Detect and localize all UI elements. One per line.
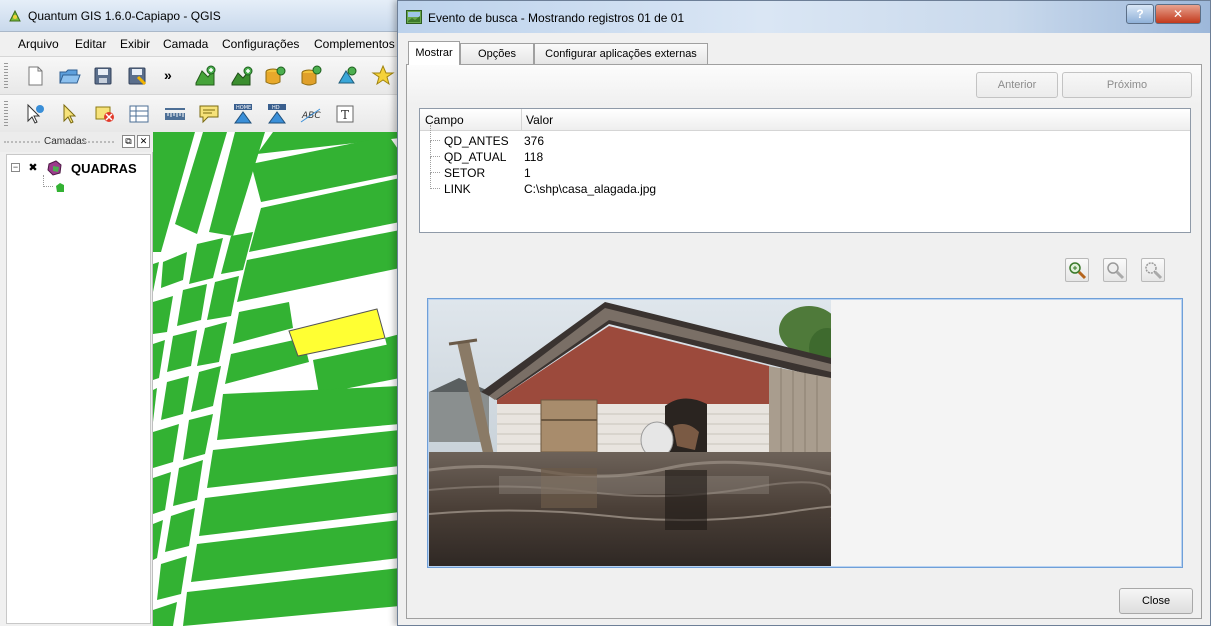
flooded-house-photo (429, 300, 831, 566)
attribute-field: QD_ANTES (444, 134, 509, 148)
zoom-fit-button[interactable] (1065, 258, 1089, 282)
attribute-value: 118 (524, 150, 544, 164)
menu-bar: Arquivo Editar Exibir Camada Configuraçõ… (0, 32, 400, 56)
svg-text:T: T (341, 108, 349, 122)
new-bookmark-icon[interactable]: HOME (230, 101, 256, 127)
attribute-row[interactable]: QD_ATUAL 118 (420, 141, 1190, 165)
open-attribute-table-icon[interactable] (126, 101, 152, 127)
image-viewer[interactable] (427, 298, 1183, 568)
close-button[interactable]: Close (1119, 588, 1193, 614)
map-canvas[interactable] (153, 132, 400, 626)
next-button[interactable]: Próximo (1062, 72, 1192, 98)
show-bookmarks-icon[interactable]: HD (264, 101, 290, 127)
qgis-window-title: Quantum GIS 1.6.0-Capiapo - QGIS (28, 9, 221, 23)
dialog-title: Evento de busca - Mostrando registros 01… (428, 11, 685, 25)
zoom-out-icon (1145, 262, 1163, 280)
layers-tree[interactable]: − ✖ QUADRAS (6, 154, 151, 624)
dialog-title-bar[interactable]: Evento de busca - Mostrando registros 01… (398, 1, 1210, 33)
tab-configurar-aplicacoes-externas[interactable]: Configurar aplicações externas (534, 43, 708, 65)
tree-branch-line (430, 157, 440, 173)
polygon-layer-icon (47, 160, 62, 176)
close-panel-button[interactable]: ✕ (137, 135, 150, 148)
add-postgis-layer-icon[interactable] (262, 63, 288, 89)
toolbar-grip[interactable] (4, 101, 8, 127)
select-features-icon[interactable] (58, 101, 84, 127)
attributes-toolbar: HOME HD ABC T (0, 94, 400, 132)
deselect-features-icon[interactable] (92, 101, 118, 127)
add-wfs-layer-icon[interactable] (370, 63, 396, 89)
attribute-tree-header: Campo Valor (420, 109, 1190, 131)
menu-arquivo[interactable]: Arquivo (18, 37, 59, 51)
layer-visibility-checkbox[interactable]: ✖ (27, 162, 39, 174)
svg-text:HOME: HOME (236, 105, 251, 111)
legend-symbol-icon (56, 183, 64, 192)
new-project-icon[interactable] (22, 63, 48, 89)
panel-grip (4, 141, 40, 143)
attribute-value: 376 (524, 134, 545, 148)
zoom-in-button[interactable] (1103, 258, 1127, 282)
add-wms-layer-icon[interactable] (334, 63, 360, 89)
menu-editar[interactable]: Editar (75, 37, 106, 51)
tree-branch-line (430, 141, 440, 157)
qgis-logo-icon (9, 9, 21, 22)
zoom-out-button[interactable] (1141, 258, 1165, 282)
attribute-tree[interactable]: Campo Valor QD_ANTES 376 QD_ATUAL 118 SE… (419, 108, 1191, 233)
evento-de-busca-dialog: Evento de busca - Mostrando registros 01… (397, 0, 1211, 626)
qgis-main-window: Quantum GIS 1.6.0-Capiapo - QGIS Arquivo… (0, 0, 400, 626)
attribute-row[interactable]: LINK C:\shp\casa_alagada.jpg (420, 173, 1190, 197)
help-button[interactable]: ? (1126, 4, 1154, 24)
tree-branch-line (43, 175, 53, 187)
add-spatialite-layer-icon[interactable] (298, 63, 324, 89)
event-window-icon (406, 10, 422, 24)
measure-line-icon[interactable] (162, 101, 188, 127)
collapse-layer-icon[interactable]: − (11, 163, 20, 172)
previous-button[interactable]: Anterior (976, 72, 1058, 98)
attribute-value: 1 (524, 166, 531, 180)
identify-features-icon[interactable] (22, 101, 48, 127)
attribute-field: QD_ATUAL (444, 150, 507, 164)
tab-opcoes[interactable]: Opções (460, 43, 534, 65)
mostrar-tab-panel: Anterior Próximo Campo Valor QD_ANTES 37… (406, 64, 1202, 619)
tree-branch-line (430, 173, 440, 189)
label-tool-icon[interactable]: T (332, 101, 358, 127)
open-project-icon[interactable] (56, 63, 82, 89)
layers-panel-header[interactable]: Camadas ⧉ ✕ (0, 132, 153, 152)
attribute-row[interactable]: SETOR 1 (420, 157, 1190, 181)
svg-text:HD: HD (272, 105, 280, 111)
menu-camada[interactable]: Camada (163, 37, 208, 51)
attribute-row[interactable]: QD_ANTES 376 (420, 125, 1190, 149)
column-header-valor[interactable]: Valor (526, 113, 553, 127)
panel-grip (84, 141, 114, 143)
toolbar-grip[interactable] (4, 63, 8, 89)
column-separator[interactable] (521, 109, 522, 131)
zoom-in-icon (1107, 262, 1125, 280)
add-raster-layer-icon[interactable] (228, 63, 254, 89)
layers-panel-title: Camadas (44, 136, 87, 147)
tree-branch-line (430, 125, 440, 141)
map-tips-icon[interactable] (196, 101, 222, 127)
float-panel-button[interactable]: ⧉ (122, 135, 135, 148)
attribute-field: LINK (444, 182, 471, 196)
tab-mostrar[interactable]: Mostrar (408, 41, 460, 65)
layer-name-quadras[interactable]: QUADRAS (71, 161, 137, 176)
zoom-fit-icon (1069, 262, 1087, 280)
save-as-icon[interactable] (124, 63, 150, 89)
menu-complementos[interactable]: Complementos (314, 37, 395, 51)
qgis-title-bar[interactable]: Quantum GIS 1.6.0-Capiapo - QGIS (0, 0, 400, 32)
menu-exibir[interactable]: Exibir (120, 37, 150, 51)
layers-panel: Camadas ⧉ ✕ − ✖ QUADRAS (0, 132, 153, 626)
menu-configuracoes[interactable]: Configurações (222, 37, 299, 51)
file-toolbar: » (0, 56, 400, 94)
toolbar-overflow-icon[interactable]: » (164, 67, 172, 83)
add-vector-layer-icon[interactable] (192, 63, 218, 89)
save-project-icon[interactable] (90, 63, 116, 89)
text-annotation-icon[interactable]: ABC (298, 101, 324, 127)
attribute-field: SETOR (444, 166, 486, 180)
close-window-button[interactable]: ✕ (1155, 4, 1201, 24)
attribute-value: C:\shp\casa_alagada.jpg (524, 182, 657, 196)
